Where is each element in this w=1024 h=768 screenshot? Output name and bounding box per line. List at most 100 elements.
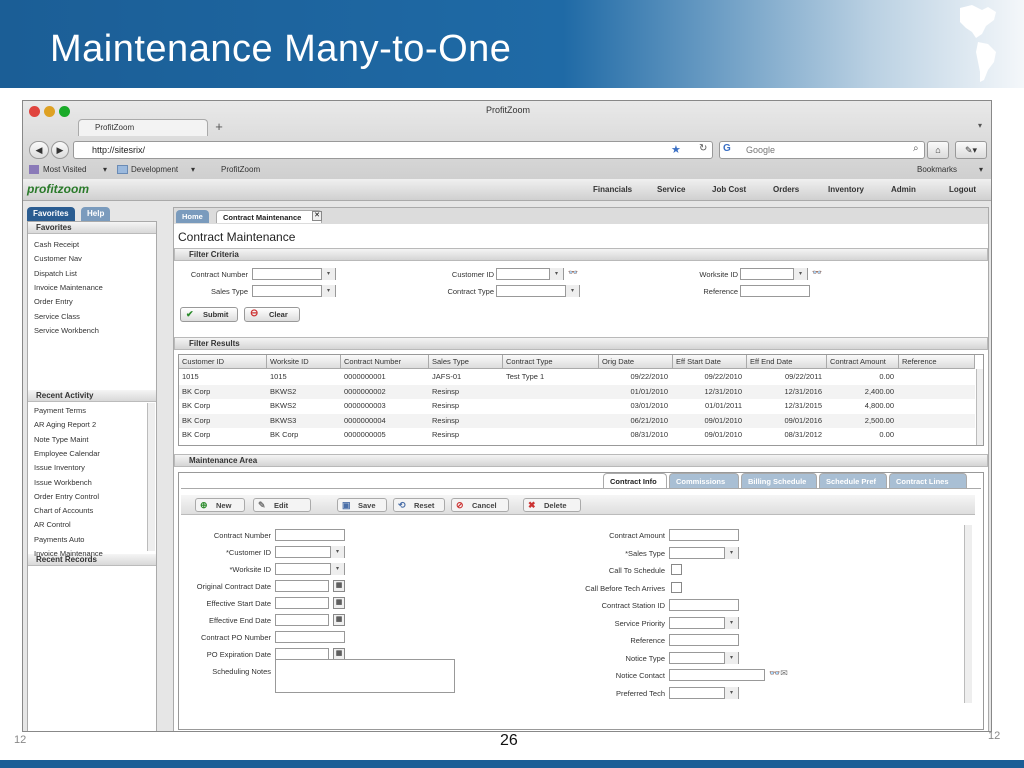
checkbox[interactable] <box>671 581 682 593</box>
home-icon[interactable]: ⌂ <box>927 141 949 159</box>
column-header[interactable]: Customer ID <box>179 355 267 369</box>
recent-activity-item[interactable]: Issue Inventory <box>34 463 85 472</box>
filter-criteria-header[interactable]: Filter Criteria <box>174 248 988 261</box>
scheduling-notes-textarea[interactable] <box>275 659 455 693</box>
sales-type-select[interactable]: ▾ <box>252 285 336 297</box>
table-row[interactable]: BK Corp BKWS3 0000000004 Resinsp 06/21/2010 0… <box>179 413 975 428</box>
recent-activity-item[interactable]: AR Aging Report 2 <box>34 420 96 429</box>
chevron-down-icon[interactable]: ▾ <box>793 268 807 280</box>
contact-lookup-icon[interactable]: 👓✉ <box>769 668 788 679</box>
cancel-button[interactable]: ⊘ Cancel <box>451 498 509 512</box>
tab-commissions[interactable]: Commissions <box>669 473 739 488</box>
nav-logout[interactable]: Logout <box>949 185 976 194</box>
contract-number-input[interactable]: ▾ <box>252 268 336 280</box>
customer-id-input[interactable]: ▾ <box>496 268 564 280</box>
column-header[interactable]: Reference <box>899 355 975 369</box>
calendar-icon[interactable]: ▦ <box>333 614 345 626</box>
tab-home[interactable]: Home <box>176 210 209 223</box>
field-input[interactable] <box>275 580 329 592</box>
bookmark-most-visited[interactable]: Most Visited <box>43 165 86 174</box>
chevron-down-icon[interactable]: ▾ <box>321 285 335 297</box>
recent-activity-item[interactable]: Chart of Accounts <box>34 506 93 515</box>
field-input[interactable]: ▾ <box>669 616 739 629</box>
favorites-header[interactable]: Favorites <box>28 222 156 234</box>
column-header[interactable]: Contract Type <box>503 355 599 369</box>
tab-list-icon[interactable]: ▾ <box>978 121 982 130</box>
chevron-down-icon[interactable]: ▾ <box>724 686 738 699</box>
field-input[interactable]: ▾ <box>275 546 345 558</box>
field-input[interactable]: ▾ <box>669 651 739 664</box>
field-input[interactable]: ▾ <box>669 546 739 559</box>
favorite-item[interactable]: Service Workbench <box>34 326 99 335</box>
bookmark-development[interactable]: Development <box>131 165 178 174</box>
calendar-icon[interactable]: ▦ <box>333 597 345 609</box>
browser-tab[interactable]: ProfitZoom <box>78 119 208 136</box>
chevron-down-icon[interactable]: ▾ <box>724 616 738 629</box>
column-header[interactable]: Eff Start Date <box>673 355 747 369</box>
tab-schedule-pref[interactable]: Schedule Pref <box>819 473 887 488</box>
column-header[interactable]: Eff End Date <box>747 355 827 369</box>
tab-contract-info[interactable]: Contract Info <box>603 473 667 488</box>
worksite-id-input[interactable]: ▾ <box>740 268 808 280</box>
favorite-item[interactable]: Order Entry <box>34 297 73 306</box>
column-header[interactable]: Worksite ID <box>267 355 341 369</box>
chevron-down-icon[interactable]: ▾ <box>191 165 195 174</box>
field-input[interactable]: ▾ <box>669 686 739 699</box>
chevron-down-icon[interactable]: ▾ <box>103 165 107 174</box>
maintenance-area-header[interactable]: Maintenance Area <box>174 454 988 467</box>
favorite-item[interactable]: Invoice Maintenance <box>34 283 103 292</box>
field-input[interactable] <box>275 614 329 626</box>
save-button[interactable]: ▣ Save <box>337 498 387 512</box>
maintenance-scrollbar[interactable] <box>964 525 972 703</box>
reference-input[interactable] <box>740 285 810 297</box>
nav-service[interactable]: Service <box>657 185 685 194</box>
search-icon[interactable]: ⌕ <box>913 143 919 154</box>
column-header[interactable]: Contract Amount <box>827 355 899 369</box>
search-field[interactable]: Google <box>719 141 925 159</box>
binoculars-icon[interactable]: 👓 <box>568 268 578 277</box>
chevron-down-icon[interactable]: ▾ <box>330 563 344 575</box>
bookmark-profitzoom[interactable]: ProfitZoom <box>221 165 260 174</box>
nav-inventory[interactable]: Inventory <box>828 185 864 194</box>
table-row[interactable]: BK Corp BK Corp 0000000005 Resinsp 08/31/201… <box>179 428 975 442</box>
recent-activity-item[interactable]: Note Type Maint <box>34 435 88 444</box>
favorite-item[interactable]: Cash Receipt <box>34 240 79 249</box>
table-row[interactable]: 1015 1015 0000000001 JAFS-01 Test Type 1 09/2… <box>179 370 975 384</box>
edit-button[interactable]: ✎ Edit <box>253 498 311 512</box>
recent-activity-item[interactable]: Employee Calendar <box>34 449 100 458</box>
tab-favorites[interactable]: Favorites <box>27 207 75 221</box>
contract-type-select[interactable]: ▾ <box>496 285 580 297</box>
tab-billing-schedule[interactable]: Billing Schedule <box>741 473 817 488</box>
field-input[interactable] <box>669 529 739 541</box>
recent-activity-item[interactable]: AR Control <box>34 520 71 529</box>
chevron-down-icon[interactable]: ▾ <box>979 165 983 174</box>
nav-orders[interactable]: Orders <box>773 185 799 194</box>
chevron-down-icon[interactable]: ▾ <box>321 268 335 280</box>
column-header[interactable]: Contract Number <box>341 355 429 369</box>
nav-financials[interactable]: Financials <box>593 185 632 194</box>
recent-activity-item[interactable]: Payments Auto <box>34 535 84 544</box>
chevron-down-icon[interactable]: ▾ <box>724 546 738 559</box>
reset-button[interactable]: ⟲ Reset <box>393 498 445 512</box>
field-input[interactable] <box>669 669 765 681</box>
favorite-item[interactable]: Dispatch List <box>34 269 77 278</box>
recent-activity-item[interactable]: Issue Workbench <box>34 478 92 487</box>
recent-scrollbar[interactable] <box>147 403 155 551</box>
app-logo[interactable]: profitzoom <box>27 182 89 196</box>
recent-activity-item[interactable]: Invoice Maintenance <box>34 549 103 558</box>
favorite-item[interactable]: Service Class <box>34 312 80 321</box>
recent-activity-item[interactable]: Payment Terms <box>34 406 86 415</box>
close-tab-icon[interactable]: ✕ <box>312 211 322 221</box>
clear-button[interactable]: ⊖ Clear <box>244 307 300 322</box>
field-input[interactable] <box>669 599 739 611</box>
chevron-down-icon[interactable]: ▾ <box>330 546 344 558</box>
recent-activity-item[interactable]: Order Entry Control <box>34 492 99 501</box>
forward-button[interactable]: ▶ <box>51 141 69 159</box>
field-input[interactable] <box>275 529 345 541</box>
filter-results-header[interactable]: Filter Results <box>174 337 988 350</box>
column-header[interactable]: Orig Date <box>599 355 673 369</box>
binoculars-icon[interactable]: 👓 <box>812 268 822 277</box>
recent-activity-header[interactable]: Recent Activity <box>28 390 156 402</box>
results-scrollbar[interactable] <box>976 369 983 445</box>
chevron-down-icon[interactable]: ▾ <box>724 651 738 664</box>
